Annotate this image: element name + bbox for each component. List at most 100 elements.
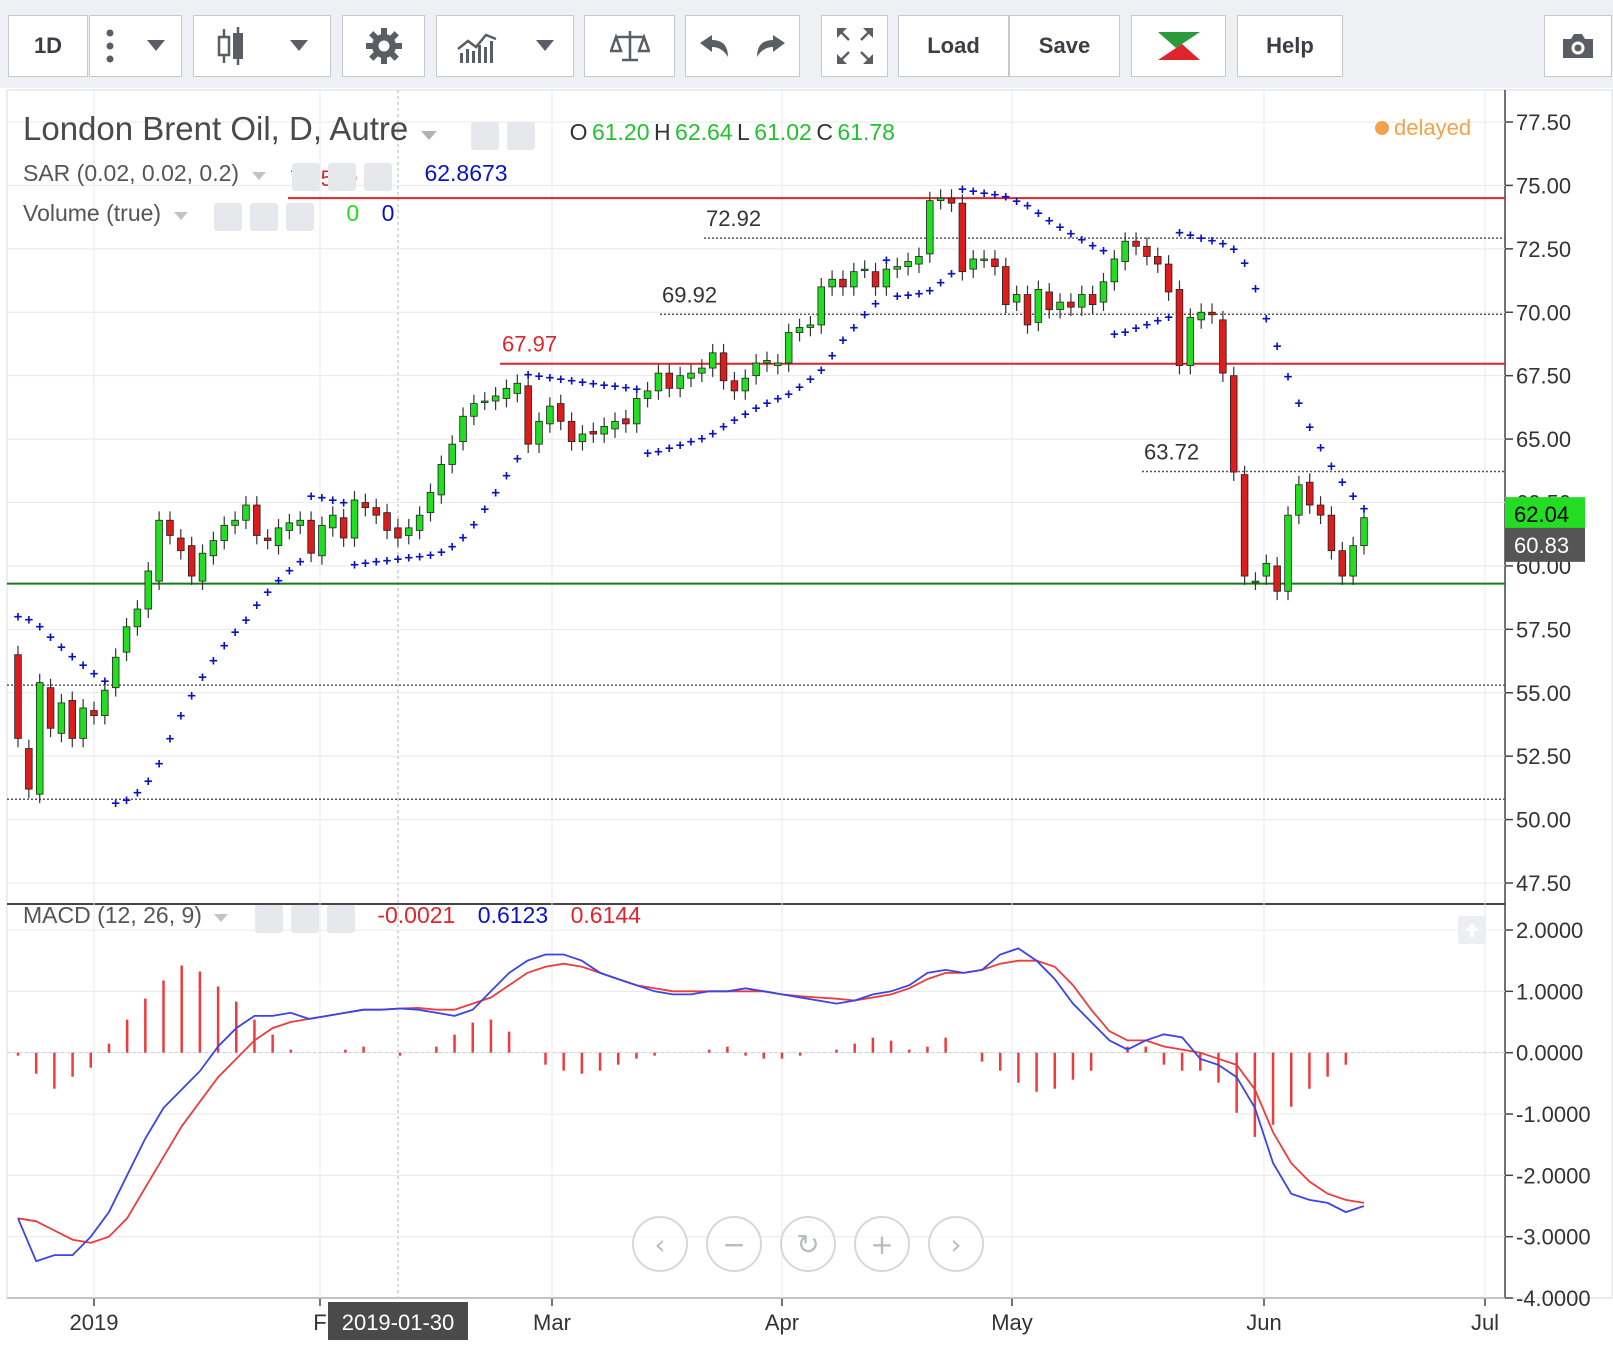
ohlc-high-label: H [653,119,671,145]
compare-button[interactable] [584,15,675,77]
candle-down [394,527,402,539]
candle-up [1099,281,1108,303]
zoom-out-button[interactable]: − [706,1216,762,1272]
price-badge-label: 62.04 [1514,502,1569,527]
sar-point: + [708,426,717,443]
sar-point: + [546,370,555,387]
macd-line [17,947,1365,1263]
sar-point: + [697,430,706,447]
sar-point: + [285,562,294,579]
candle-up [1186,316,1195,366]
sar-point: + [632,381,641,398]
scroll-right-button[interactable]: › [928,1216,984,1272]
interval-button[interactable]: 1D [8,15,88,77]
candle-down [1219,319,1227,374]
candle-down [187,545,196,577]
ohlc-low-value: 61.02 [754,119,812,145]
chevron-down-icon[interactable] [420,130,437,141]
sar-point: + [57,639,66,656]
eye-icon[interactable] [213,202,242,231]
eye-icon[interactable] [291,162,320,191]
close-icon[interactable] [363,162,392,191]
candle-up [654,372,663,392]
chevron-down-icon[interactable] [214,914,229,923]
candle-up [57,702,66,734]
gear-icon[interactable] [507,121,536,150]
load-button[interactable]: Load [898,15,1009,77]
candle-up [1121,240,1129,262]
candle-up [643,390,652,399]
candle-down [1143,245,1151,257]
close-icon[interactable] [326,904,355,933]
sar-point: + [535,368,544,385]
chart-type-button[interactable] [193,15,331,77]
eye-icon[interactable] [254,904,283,933]
candle-down [1088,294,1097,306]
sar-label[interactable]: SAR (0.02, 0.02, 0.2) [23,160,239,186]
maximize-pane-button[interactable] [1458,916,1486,944]
undo-icon[interactable] [698,33,730,59]
sar-point: + [437,544,446,561]
candle-up [926,200,934,255]
chevron-down-icon[interactable] [173,212,188,221]
gear-icon[interactable] [327,162,356,191]
price-tick-label: 52.50 [1516,744,1571,769]
symbol-title[interactable]: London Brent Oil, D, Autre [23,110,408,147]
zoom-in-button[interactable]: + [854,1216,910,1272]
sar-point: + [1045,212,1054,229]
candle-down [253,504,261,536]
volume-label[interactable]: Volume (true) [23,200,161,226]
reset-button[interactable]: ↻ [780,1216,836,1272]
candle-up [980,258,988,261]
redo-icon[interactable] [755,33,787,59]
chevron-down-icon[interactable] [251,172,266,181]
brand-button[interactable] [1131,15,1226,77]
macd-label[interactable]: MACD (12, 26, 9) [23,902,202,928]
save-button[interactable]: Save [1009,15,1120,77]
sar-point: + [589,375,598,392]
sar-point: + [1262,311,1271,328]
crosshair-date-label: 2019-01-30 [342,1310,455,1335]
macd-signal-value: 0.6144 [570,902,641,928]
candle-up [1012,294,1021,303]
fullscreen-button[interactable] [821,15,888,77]
candle-down [177,537,185,552]
sar-point: + [1327,458,1336,475]
snapshot-button[interactable] [1544,15,1612,77]
chevron-down-icon [290,40,308,51]
sar-point: + [665,440,674,457]
settings-button[interactable] [342,15,425,77]
candle-up [220,524,228,541]
ohlc-close-value: 61.78 [837,119,895,145]
indicators-icon [457,33,497,63]
indicators-button[interactable] [436,15,574,77]
macd-legend: MACD (12, 26, 9) -0.0021 0.6123 0.6144 [23,902,641,933]
interval-menu-button[interactable] [89,15,182,77]
candle-down [1240,474,1249,577]
sar-point: + [1023,198,1032,215]
close-icon[interactable] [285,202,314,231]
gear-icon[interactable] [249,202,278,231]
sar-point: + [1240,255,1249,272]
macd-tick-label: -1.0000 [1516,1102,1591,1127]
eye-icon[interactable] [471,121,500,150]
sar-point: + [611,378,620,395]
sar-point: + [654,444,663,461]
sar-point: + [318,489,327,506]
level-label: 63.72 [1144,440,1199,465]
price-chart[interactable]: 2019 F Mar Apr May Jun Jul 2019-01-30 77.50 75.00… [0,88,1613,1352]
sar-point: + [122,792,131,809]
macd-tick-label: 1.0000 [1516,979,1583,1004]
sar-point: + [252,597,261,614]
sar-point: + [1164,309,1173,326]
help-button[interactable]: Help [1237,15,1343,77]
gear-icon[interactable] [290,904,319,933]
candle-up [437,464,446,496]
time-tick-label: F [313,1310,326,1335]
scroll-left-button[interactable]: ‹ [632,1216,688,1272]
level-label: 72.92 [706,206,761,231]
candle-down [361,502,370,508]
candle-down [307,519,315,554]
candle-down [1273,565,1281,592]
candle-up [763,360,771,364]
